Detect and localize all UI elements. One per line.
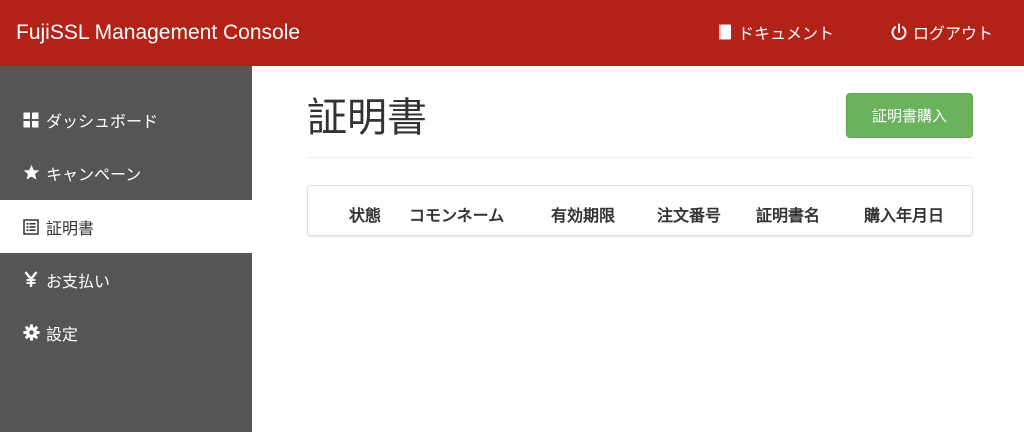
documents-link[interactable]: ドキュメント bbox=[716, 20, 834, 44]
sidebar-item-dashboard[interactable]: ダッシュボード bbox=[0, 93, 252, 146]
sidebar-item-payments[interactable]: お支払い bbox=[0, 253, 252, 306]
dashboard-grid-icon bbox=[22, 111, 40, 129]
title-divider bbox=[307, 157, 973, 158]
column-header-status[interactable]: 状態 bbox=[349, 202, 381, 226]
logout-link[interactable]: ログアウト bbox=[889, 20, 993, 44]
top-navbar: FujiSSL Management Console ドキュメント ログアウト bbox=[0, 0, 1024, 66]
sidebar: ダッシュボード キャンペーン 証明書 お支払い 設定 bbox=[0, 66, 252, 432]
star-icon bbox=[22, 164, 40, 182]
column-header-purchase-date[interactable]: 購入年月日 bbox=[864, 202, 944, 226]
sidebar-item-campaign[interactable]: キャンペーン bbox=[0, 146, 252, 199]
column-header-certificate-name[interactable]: 証明書名 bbox=[756, 202, 820, 226]
gear-icon bbox=[22, 324, 40, 342]
column-header-expiry[interactable]: 有効期限 bbox=[551, 202, 615, 226]
certificates-table: 状態 コモンネーム 有効期限 注文番号 証明書名 購入年月日 bbox=[307, 185, 973, 236]
sidebar-item-label: 設定 bbox=[46, 324, 79, 344]
page-title: 証明書 bbox=[307, 95, 427, 141]
column-header-common-name[interactable]: コモンネーム bbox=[409, 202, 504, 226]
book-icon bbox=[716, 23, 734, 41]
sidebar-item-label: 証明書 bbox=[46, 218, 95, 238]
sidebar-item-label: キャンペーン bbox=[46, 164, 142, 184]
app-brand[interactable]: FujiSSL Management Console bbox=[16, 20, 300, 46]
yen-icon bbox=[22, 271, 40, 289]
buy-certificate-button[interactable]: 証明書購入 bbox=[846, 93, 973, 138]
sidebar-item-settings[interactable]: 設定 bbox=[0, 306, 252, 359]
documents-link-label: ドキュメント bbox=[738, 24, 835, 43]
column-header-order-number[interactable]: 注文番号 bbox=[657, 202, 721, 226]
sidebar-item-label: ダッシュボード bbox=[46, 111, 159, 131]
logout-link-label: ログアウト bbox=[913, 24, 994, 43]
sidebar-item-certificates[interactable]: 証明書 bbox=[0, 200, 252, 253]
power-icon bbox=[889, 22, 909, 42]
list-document-icon bbox=[22, 218, 40, 236]
sidebar-item-label: お支払い bbox=[46, 271, 111, 291]
